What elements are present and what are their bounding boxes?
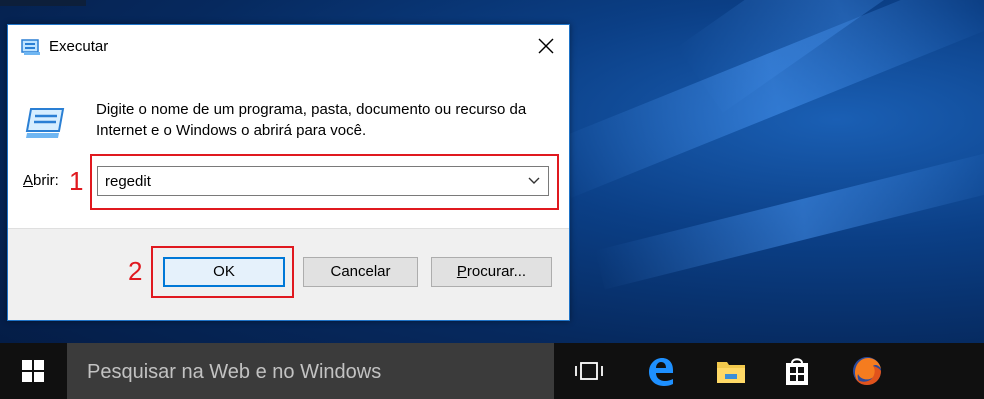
close-icon (538, 38, 554, 54)
dialog-titlebar[interactable]: Executar (8, 25, 569, 69)
task-view-icon (575, 362, 603, 380)
dialog-title: Executar (49, 38, 109, 55)
file-explorer-icon (717, 362, 745, 383)
task-view-button[interactable] (556, 343, 622, 399)
run-large-icon (25, 107, 65, 139)
input-highlight (90, 154, 559, 210)
store-icon (786, 358, 808, 385)
open-label: Abrir: (23, 172, 59, 189)
dialog-description: Digite o nome de um programa, pasta, doc… (96, 101, 527, 139)
start-button[interactable] (0, 343, 67, 399)
store-button[interactable] (764, 343, 830, 399)
step-2-label: 2 (128, 256, 143, 286)
browse-button[interactable]: Procurar... (431, 257, 552, 287)
taskbar (0, 343, 984, 399)
step-1-label: 1 (69, 166, 84, 196)
cancel-button[interactable]: Cancelar (303, 257, 418, 287)
file-explorer-button[interactable] (698, 343, 764, 399)
edge-button[interactable] (627, 343, 693, 399)
windows-start-icon (22, 360, 44, 382)
firefox-button[interactable] (834, 343, 900, 399)
taskbar-search[interactable] (67, 343, 554, 399)
ok-highlight (151, 246, 294, 298)
edge-icon (649, 358, 673, 386)
run-icon (21, 38, 41, 56)
firefox-icon (853, 357, 881, 385)
close-button[interactable] (523, 25, 569, 69)
taskbar-search-input[interactable] (85, 356, 539, 388)
